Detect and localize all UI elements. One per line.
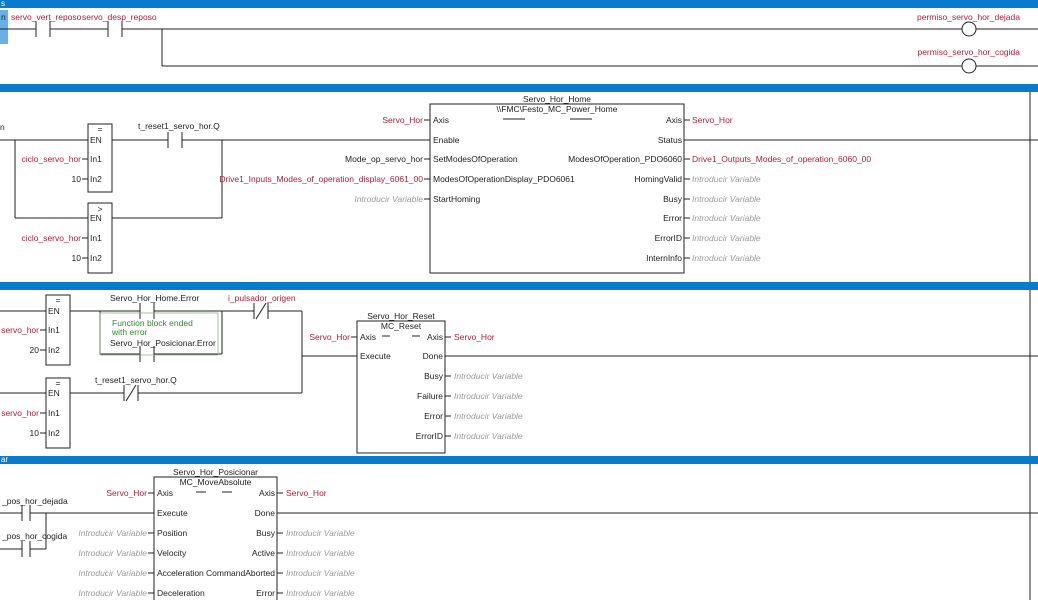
left-partial-label: n — [1, 12, 6, 22]
error-annotation: with error — [112, 327, 148, 337]
fb-output-var[interactable]: Drive1_Outputs_Modes_of_operation_6060_0… — [692, 154, 871, 164]
compare-in2-pin: In2 — [90, 174, 102, 184]
fb-output-pin: Error — [424, 411, 443, 421]
fb-output-placeholder[interactable]: Introducir Variable — [692, 253, 761, 263]
compare-in1-value[interactable]: ciclo_servo_hor — [0, 233, 81, 243]
compare-in1-value[interactable]: servo_hor — [0, 325, 39, 335]
contact-servo-vert-reposo[interactable]: servo_vert_reposo — [11, 12, 81, 22]
coil-permiso-servo-hor-cogida[interactable]: permiso_servo_hor_cogida — [820, 47, 1020, 57]
fb-output-pin: Busy — [256, 528, 275, 538]
fb-output-placeholder[interactable]: Introducir Variable — [286, 568, 355, 578]
fb-input-placeholder[interactable]: Introducir Variable — [40, 588, 147, 598]
compare-equal-op: = — [55, 295, 61, 305]
compare-in2-value[interactable]: 10 — [0, 428, 39, 438]
contact-servo-hor-home-error[interactable]: Servo_Hor_Home.Error — [110, 293, 199, 303]
fb-input-placeholder[interactable]: Introducir Variable — [200, 194, 423, 204]
compare-in1-pin: In1 — [90, 154, 102, 164]
fb-output-placeholder[interactable]: Introducir Variable — [692, 194, 761, 204]
fb-output-placeholder[interactable]: Introducir Variable — [692, 174, 761, 184]
compare-en-pin: EN — [48, 388, 60, 398]
fb-output-placeholder[interactable]: Introducir Variable — [454, 411, 523, 421]
compare-in1-value[interactable]: servo_hor — [0, 408, 39, 418]
fb-output-var[interactable]: Servo_Hor — [286, 488, 327, 498]
compare-in2-pin: In2 — [48, 428, 60, 438]
compare-in2-value[interactable]: 10 — [0, 174, 81, 184]
contact-servo-hor-posicionar-error[interactable]: Servo_Hor_Posicionar.Error — [110, 338, 216, 348]
fb-output-placeholder[interactable]: Introducir Variable — [286, 528, 355, 538]
fb-input-var[interactable]: Servo_Hor — [40, 488, 147, 498]
left-partial-label: n — [0, 122, 5, 132]
fb-output-pin: Done — [254, 508, 275, 518]
fb-output-placeholder[interactable]: Introducir Variable — [286, 548, 355, 558]
fb-output-pin: HomingValid — [634, 174, 682, 184]
fb-input-var[interactable]: Servo_Hor — [250, 332, 350, 342]
compare-en-pin: EN — [90, 135, 102, 145]
fb-output-pin: InternInfo — [646, 253, 682, 263]
compare-in1-pin: In1 — [48, 408, 60, 418]
fb-output-placeholder[interactable]: Introducir Variable — [454, 391, 523, 401]
compare-in1-pin: In1 — [90, 233, 102, 243]
fb-output-pin: Error — [256, 588, 275, 598]
fb-output-placeholder[interactable]: Introducir Variable — [454, 431, 523, 441]
fb-output-placeholder[interactable]: Introducir Variable — [692, 213, 761, 223]
fb-instance-name[interactable]: Servo_Hor_Reset — [357, 311, 445, 321]
fb-output-pin: CommandAborted — [206, 568, 275, 578]
fb-input-var[interactable]: Servo_Hor — [200, 115, 423, 125]
compare-in1-pin: In1 — [48, 325, 60, 335]
compare-equal-op: = — [55, 378, 61, 388]
fb-instance-name[interactable]: Servo_Hor_Posicionar — [154, 467, 277, 477]
fb-output-pin: ErrorID — [654, 233, 682, 243]
fb-output-var[interactable]: Servo_Hor — [692, 115, 733, 125]
fb-input-var[interactable]: Mode_op_servo_hor — [200, 154, 423, 164]
fb-output-placeholder[interactable]: Introducir Variable — [286, 588, 355, 598]
compare-in2-pin: In2 — [90, 253, 102, 263]
compare-in2-pin: In2 — [48, 345, 60, 355]
contact-servo-desp-reposo[interactable]: servo_desp_reposo — [82, 12, 157, 22]
contact-t-reset1-servo-hor-q[interactable]: t_reset1_servo_hor.Q — [95, 375, 177, 385]
compare-equal-op: = — [97, 124, 103, 134]
fb-input-var[interactable]: Drive1_Inputs_Modes_of_operation_display… — [200, 174, 423, 184]
fb-output-pin: ModesOfOperation_PDO6060 — [568, 154, 682, 164]
fb-output-pin: Failure — [417, 391, 443, 401]
fb-output-pin: Done — [422, 351, 443, 361]
fb-output-pin: Error — [663, 213, 682, 223]
fb-output-pin: Axis — [665, 115, 682, 125]
fb-output-pin: Status — [657, 135, 682, 145]
fb-input-placeholder[interactable]: Introducir Variable — [40, 548, 147, 558]
compare-en-pin: EN — [48, 306, 60, 316]
compare-en-pin: EN — [90, 213, 102, 223]
fb-output-pin: ErrorID — [415, 431, 443, 441]
fb-output-pin: Axis — [426, 332, 443, 342]
compare-in1-value[interactable]: ciclo_servo_hor — [0, 154, 81, 164]
fb-output-placeholder[interactable]: Introducir Variable — [692, 233, 761, 243]
fb-output-pin: Busy — [663, 194, 682, 204]
fb-type-name: MC_MoveAbsolute — [179, 477, 252, 487]
fb-type-name: MC_Reset — [380, 321, 422, 331]
fb-output-pin: Busy — [424, 371, 443, 381]
fb-input-placeholder[interactable]: Introducir Variable — [40, 568, 147, 578]
fb-output-placeholder[interactable]: Introducir Variable — [454, 371, 523, 381]
compare-in2-value[interactable]: 20 — [0, 345, 39, 355]
fb-instance-name[interactable]: Servo_Hor_Home — [430, 94, 684, 104]
coil-permiso-servo-hor-dejada[interactable]: permiso_servo_hor_dejada — [820, 12, 1020, 22]
fb-input-placeholder[interactable]: Introducir Variable — [40, 528, 147, 538]
compare-in2-value[interactable]: 10 — [0, 253, 81, 263]
fb-type-name: \\FMC\Festo_MC_Power_Home — [496, 104, 618, 114]
contact-i-pulsador-origen[interactable]: i_pulsador_origen — [228, 293, 296, 303]
fb-output-pin: Active — [251, 548, 275, 558]
fb-output-pin: Axis — [258, 488, 275, 498]
fb-output-var[interactable]: Servo_Hor — [454, 332, 495, 342]
